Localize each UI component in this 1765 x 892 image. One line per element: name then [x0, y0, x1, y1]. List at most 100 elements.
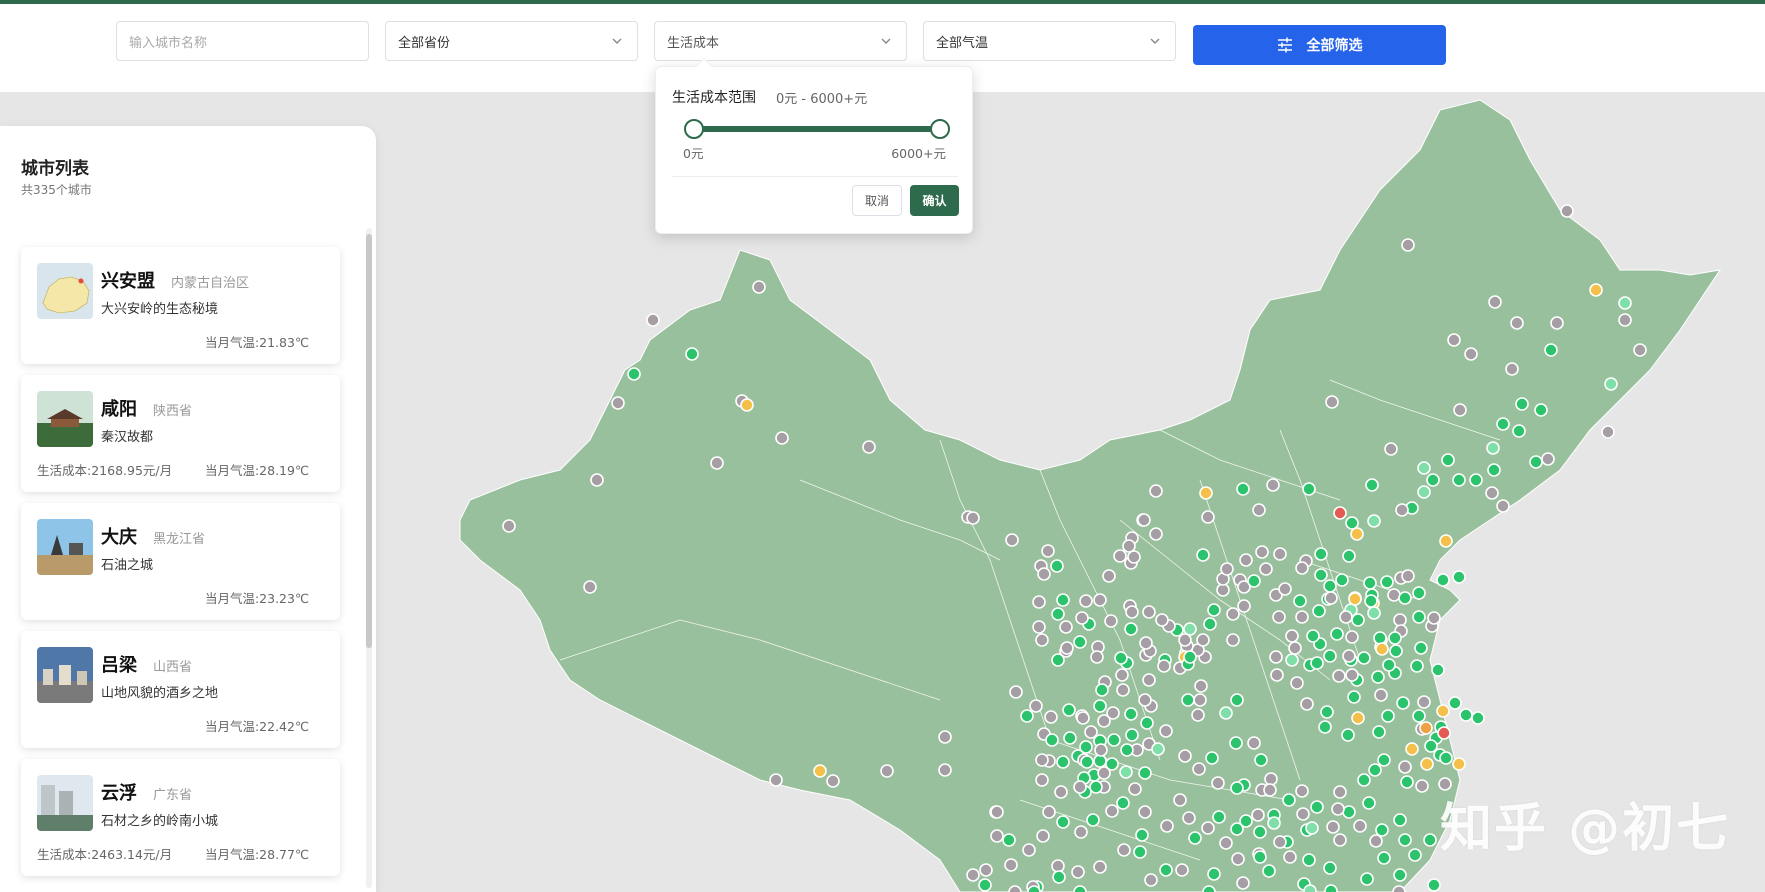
city-marker — [1173, 793, 1187, 807]
city-marker — [1230, 822, 1244, 836]
city-marker — [740, 398, 754, 412]
city-marker — [1306, 629, 1320, 643]
confirm-button[interactable]: 确认 — [910, 185, 959, 216]
city-marker — [1237, 599, 1251, 613]
city-marker — [1114, 651, 1128, 665]
city-marker — [1560, 204, 1574, 218]
city-thumbnail — [37, 519, 93, 575]
city-marker — [1375, 823, 1389, 837]
city-marker — [1139, 636, 1153, 650]
city-marker — [1236, 482, 1250, 496]
city-marker — [1398, 833, 1412, 847]
city-marker — [1107, 733, 1121, 747]
city-marker — [775, 431, 789, 445]
city-marker — [685, 347, 699, 361]
city-marker — [1388, 631, 1402, 645]
city-marker — [1149, 484, 1163, 498]
city-marker — [1351, 613, 1365, 627]
city-marker — [1447, 333, 1461, 347]
city-marker — [1219, 706, 1233, 720]
city-marker — [1318, 720, 1332, 734]
city-card[interactable]: 兴安盟 内蒙古自治区 大兴安岭的生态秘境 当月气温:21.83℃ — [21, 247, 340, 364]
city-marker — [1097, 714, 1111, 728]
city-marker — [752, 280, 766, 294]
city-marker — [1093, 754, 1107, 768]
city-marker — [1138, 693, 1152, 707]
city-card[interactable]: 吕梁 山西省 山地风貌的酒乡之地 当月气温:22.42℃ — [21, 631, 340, 748]
city-marker — [627, 367, 641, 381]
city-marker — [1550, 316, 1564, 330]
city-marker — [1351, 711, 1365, 725]
city-marker — [1417, 695, 1431, 709]
city-marker — [1305, 821, 1319, 835]
city-cost: 生活成本:2463.14元/月 — [37, 847, 173, 862]
cost-slider-track[interactable] — [694, 126, 940, 132]
city-marker — [1295, 784, 1309, 798]
city-marker — [1300, 697, 1314, 711]
city-marker — [1207, 867, 1221, 881]
city-marker — [1002, 833, 1016, 847]
city-marker — [1027, 885, 1041, 892]
city-marker — [1051, 859, 1065, 873]
cost-slider-max-handle[interactable] — [930, 119, 950, 139]
city-marker — [502, 519, 516, 533]
city-marker — [1183, 650, 1197, 664]
city-card[interactable]: 咸阳 陕西省 秦汉故都 生活成本:2168.95元/月 当月气温:28.19℃ — [21, 375, 340, 492]
city-province: 陕西省 — [153, 404, 193, 419]
city-name: 咸阳 — [101, 399, 137, 420]
city-marker — [1374, 688, 1388, 702]
city-marker — [1326, 820, 1340, 834]
city-marker — [1360, 872, 1374, 886]
cost-select[interactable]: 生活成本 — [654, 21, 907, 61]
city-marker — [1127, 550, 1141, 564]
province-select[interactable]: 全部省份 — [385, 21, 638, 61]
city-marker — [1496, 417, 1510, 431]
cancel-button[interactable]: 取消 — [852, 185, 902, 216]
city-marker — [1231, 852, 1245, 866]
city-marker — [1267, 816, 1281, 830]
city-search-input[interactable]: 输入城市名称 — [116, 21, 369, 61]
city-marker — [1063, 731, 1077, 745]
city-marker — [1193, 693, 1207, 707]
city-marker — [1544, 343, 1558, 357]
city-thumbnail — [37, 775, 93, 831]
city-marker — [1419, 721, 1433, 735]
province-select-value: 全部省份 — [398, 35, 451, 51]
city-marker — [1051, 607, 1065, 621]
city-marker — [1253, 825, 1267, 839]
city-marker — [1487, 463, 1501, 477]
city-marker — [1417, 485, 1431, 499]
city-marker — [1398, 591, 1412, 605]
city-marker — [1032, 595, 1046, 609]
city-marker — [1431, 663, 1445, 677]
city-marker — [1325, 395, 1339, 409]
city-marker — [1393, 868, 1407, 882]
all-filters-button[interactable]: 全部筛选 — [1193, 25, 1446, 65]
city-marker — [1192, 762, 1206, 776]
city-marker — [1341, 728, 1355, 742]
city-list-title: 城市列表 — [21, 159, 89, 179]
city-marker — [1062, 703, 1076, 717]
city-card[interactable]: 云浮 广东省 石材之乡的岭南小城 生活成本:2463.14元/月 当月气温:28… — [21, 759, 340, 876]
city-marker — [1270, 668, 1284, 682]
city-marker — [1266, 478, 1280, 492]
city-marker — [1202, 885, 1216, 892]
city-marker — [1464, 347, 1478, 361]
city-marker — [1296, 807, 1310, 821]
city-marker — [1290, 676, 1304, 690]
city-marker — [1264, 772, 1278, 786]
city-marker — [1220, 562, 1234, 576]
city-marker — [611, 396, 625, 410]
city-marker — [1113, 549, 1127, 563]
city-marker — [1396, 696, 1410, 710]
city-marker — [1496, 499, 1510, 513]
city-marker — [1382, 658, 1396, 672]
temperature-select[interactable]: 全部气温 — [923, 21, 1176, 61]
cost-slider-min-handle[interactable] — [684, 119, 704, 139]
city-marker — [1330, 627, 1344, 641]
city-card[interactable]: 大庆 黑龙江省 石油之城 当月气温:23.23℃ — [21, 503, 340, 620]
city-marker — [1035, 753, 1049, 767]
scrollbar-thumb[interactable] — [366, 234, 372, 648]
city-marker — [1412, 709, 1426, 723]
city-marker — [1345, 630, 1359, 644]
